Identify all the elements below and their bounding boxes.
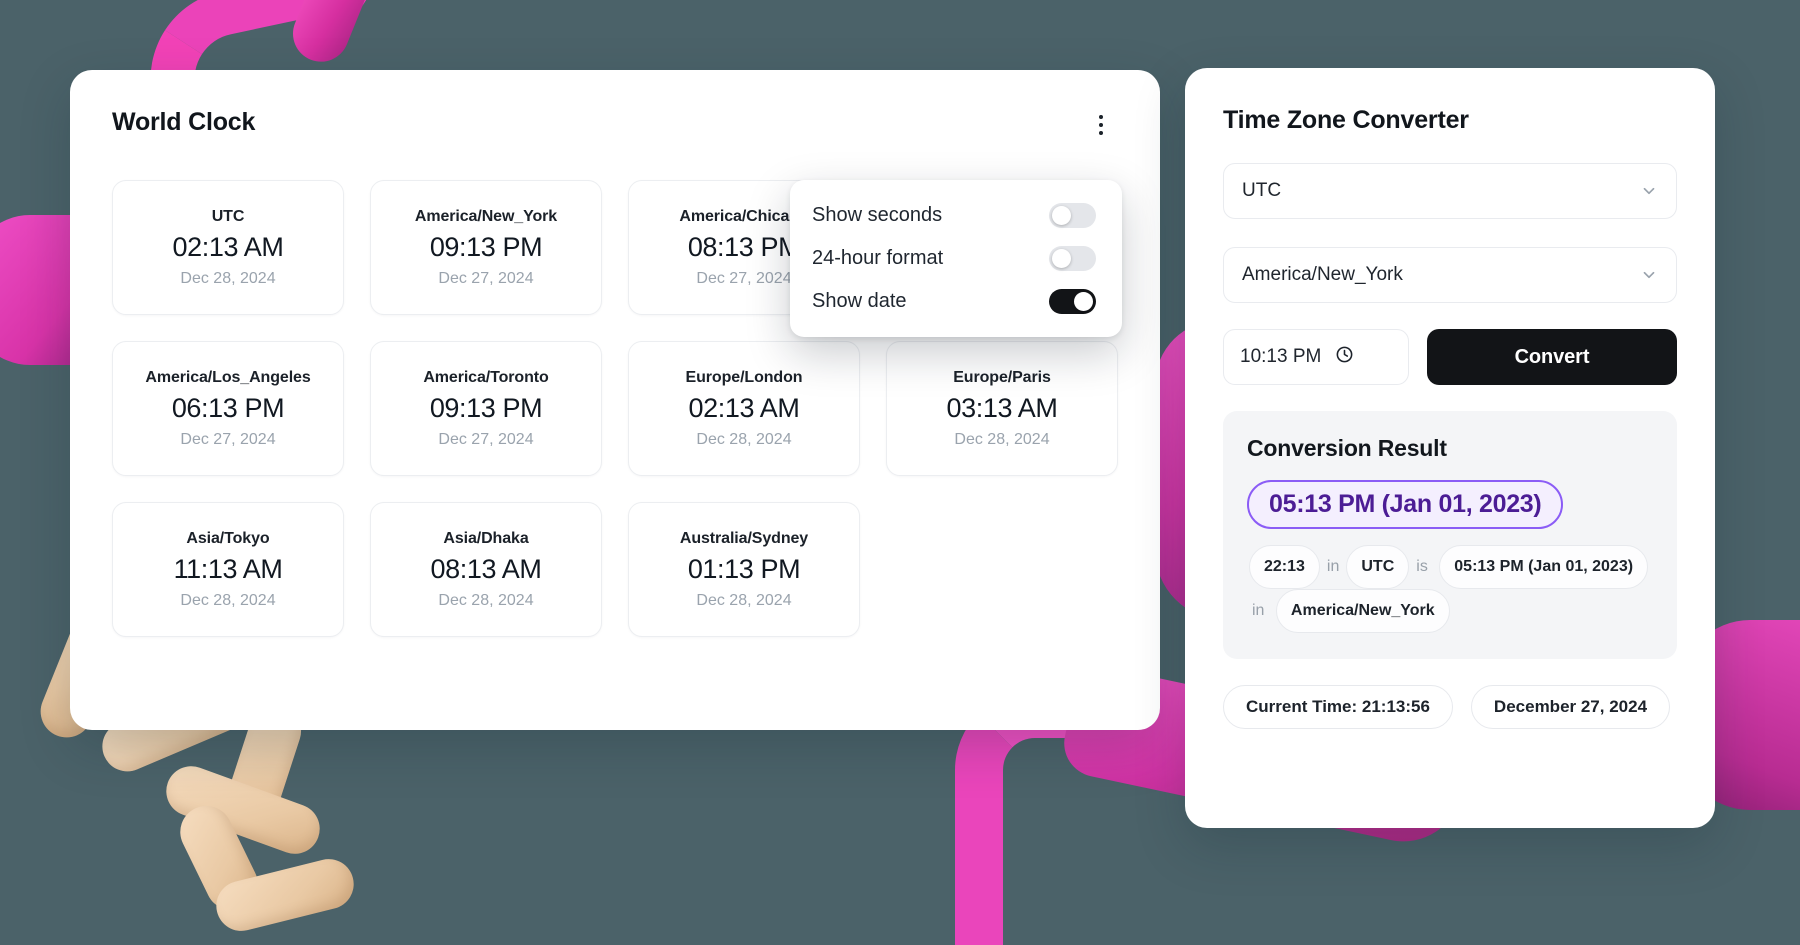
menu-item-label: 24-hour format <box>812 247 944 269</box>
source-zone-chip: UTC <box>1346 545 1410 589</box>
current-date-chip: December 27, 2024 <box>1470 685 1671 729</box>
convert-button[interactable]: Convert <box>1427 329 1677 385</box>
menu-item-24-hour-format[interactable]: 24-hour format <box>790 237 1122 280</box>
clock-zone-label: America/Toronto <box>423 368 549 386</box>
clock-zone-label: UTC <box>211 207 245 225</box>
conversion-result-title: Conversion Result <box>1247 435 1447 461</box>
from-timezone-value: UTC <box>1242 180 1282 201</box>
toggle-show-seconds[interactable] <box>1049 203 1096 228</box>
page-title: World Clock <box>112 108 256 136</box>
clock-card[interactable]: UTC 02:13 AM Dec 28, 2024 <box>112 180 344 315</box>
time-zone-converter-panel: Time Zone Converter UTC America/New_York… <box>1185 68 1715 828</box>
clock-zone-label: America/Los_Angeles <box>145 368 311 386</box>
menu-item-show-date[interactable]: Show date <box>790 280 1122 323</box>
to-timezone-select[interactable]: America/New_York <box>1223 247 1677 303</box>
clock-date: Dec 28, 2024 <box>180 591 276 609</box>
from-timezone-select[interactable]: UTC <box>1223 163 1677 219</box>
toggle-24-hour-format[interactable] <box>1049 246 1096 271</box>
clock-time: 09:13 PM <box>429 231 543 262</box>
clock-zone-label: Europe/London <box>685 368 803 386</box>
clock-zone-label: America/New_York <box>414 207 558 225</box>
connector-in-1: in <box>1326 558 1340 575</box>
world-clock-panel: World Clock UTC 02:13 AM Dec 28, 2024 Am… <box>70 70 1160 730</box>
time-and-action-row: 10:13 PM Convert <box>1223 329 1677 385</box>
clock-card[interactable]: Europe/Paris 03:13 AM Dec 28, 2024 <box>886 341 1118 476</box>
clock-time: 08:13 PM <box>687 231 801 262</box>
clock-date: Dec 27, 2024 <box>180 430 276 448</box>
menu-item-label: Show seconds <box>812 204 943 226</box>
source-time-chip: 22:13 <box>1249 545 1320 589</box>
clock-time: 09:13 PM <box>429 392 543 423</box>
clock-date: Dec 28, 2024 <box>696 430 792 448</box>
clock-date: Dec 27, 2024 <box>438 430 534 448</box>
clock-time: 11:13 AM <box>173 553 283 584</box>
clock-time: 08:13 AM <box>430 553 542 584</box>
target-time-chip: 05:13 PM (Jan 01, 2023) <box>1439 545 1649 589</box>
clock-zone-label: Asia/Dhaka <box>443 529 529 547</box>
clock-settings-menu: Show seconds 24-hour format Show date <box>790 180 1122 337</box>
target-zone-chip: America/New_York <box>1275 589 1450 633</box>
clock-date: Dec 28, 2024 <box>180 269 276 287</box>
clock-zone-label: Australia/Sydney <box>679 529 809 547</box>
connector-is: is <box>1416 558 1428 575</box>
clock-card[interactable]: America/Los_Angeles 06:13 PM Dec 27, 202… <box>112 341 344 476</box>
time-input-value: 10:13 PM <box>1240 346 1322 367</box>
conversion-result-box: Conversion Result 05:13 PM (Jan 01, 2023… <box>1223 411 1677 659</box>
clock-time: 01:13 PM <box>687 553 801 584</box>
converter-title: Time Zone Converter <box>1223 106 1469 134</box>
clock-time: 06:13 PM <box>171 392 285 423</box>
current-time-chip: Current Time: 21:13:56 <box>1223 685 1453 729</box>
clock-card[interactable]: Australia/Sydney 01:13 PM Dec 28, 2024 <box>628 502 860 637</box>
chevron-down-icon <box>1640 266 1658 284</box>
status-chip-row: Current Time: 21:13:56 December 27, 2024 <box>1223 685 1677 729</box>
clock-date: Dec 28, 2024 <box>438 591 534 609</box>
toggle-show-date[interactable] <box>1049 289 1096 314</box>
clock-card[interactable]: Europe/London 02:13 AM Dec 28, 2024 <box>628 341 860 476</box>
world-clock-header: World Clock <box>112 108 1118 142</box>
clock-date: Dec 27, 2024 <box>696 269 792 287</box>
clock-card[interactable]: Asia/Tokyo 11:13 AM Dec 28, 2024 <box>112 502 344 637</box>
clock-time: 02:13 AM <box>688 392 800 423</box>
clock-card[interactable]: America/Toronto 09:13 PM Dec 27, 2024 <box>370 341 602 476</box>
clock-date: Dec 28, 2024 <box>954 430 1050 448</box>
connector-in-2: in <box>1252 602 1265 619</box>
menu-item-label: Show date <box>812 290 907 312</box>
time-input[interactable]: 10:13 PM <box>1223 329 1409 385</box>
clock-time: 02:13 AM <box>172 231 284 262</box>
clock-zone-label: Asia/Tokyo <box>186 529 270 547</box>
clock-zone-label: Europe/Paris <box>953 368 1051 386</box>
clock-icon[interactable] <box>1335 345 1354 370</box>
conversion-result-badge: 05:13 PM (Jan 01, 2023) <box>1247 480 1564 529</box>
to-timezone-value: America/New_York <box>1242 264 1403 285</box>
menu-item-show-seconds[interactable]: Show seconds <box>790 194 1122 237</box>
kebab-menu-icon[interactable] <box>1084 108 1118 142</box>
clock-card[interactable]: Asia/Dhaka 08:13 AM Dec 28, 2024 <box>370 502 602 637</box>
chevron-down-icon <box>1640 182 1658 200</box>
clock-date: Dec 28, 2024 <box>696 591 792 609</box>
clock-card[interactable]: America/New_York 09:13 PM Dec 27, 2024 <box>370 180 602 315</box>
clock-time: 03:13 AM <box>946 392 1058 423</box>
conversion-result-sentence: 22:13 in UTC is 05:13 PM (Jan 01, 2023) in A… <box>1247 545 1653 633</box>
clock-date: Dec 27, 2024 <box>438 269 534 287</box>
